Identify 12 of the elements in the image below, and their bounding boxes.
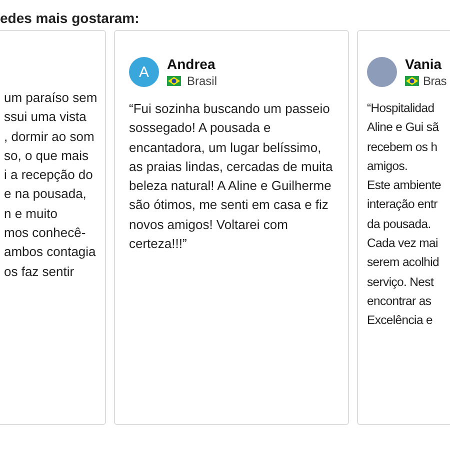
review-text: “Hospitalidad Aline e Gui sã recebem os h amigos. Este ambiente interação entr da pousada. Cada vez mai serem acolhid serviço. Nest encontrar as Excelência e	[367, 100, 442, 330]
reviewer-name: Andrea	[167, 56, 216, 72]
reviewer-name: Vania	[405, 56, 443, 72]
reviewer-country: Brasil	[187, 74, 218, 88]
flag-icon	[405, 76, 419, 86]
reviewer-country: Bras	[423, 74, 446, 88]
avatar: A	[129, 57, 159, 87]
section-heading: edes mais gostaram:	[0, 9, 140, 28]
flag-icon	[167, 76, 181, 86]
review-text: um paraíso sem ssui uma vista , dormir ao som so, o que mais i a recepção do e na pousada, n e muito mos conhecê- ambos contagia os faz sentir	[4, 89, 98, 281]
review-text: “Fui sozinha buscando um passeio sossegado! A pousada e encantadora, um lugar belíssimo, as praias lindas, cercadas de muita beleza natural! A Aline e Guilherme são ótimos, me senti em casa e fiz novos amigos! Voltarei com certeza!!!”	[129, 100, 333, 254]
avatar-photo	[367, 57, 397, 87]
